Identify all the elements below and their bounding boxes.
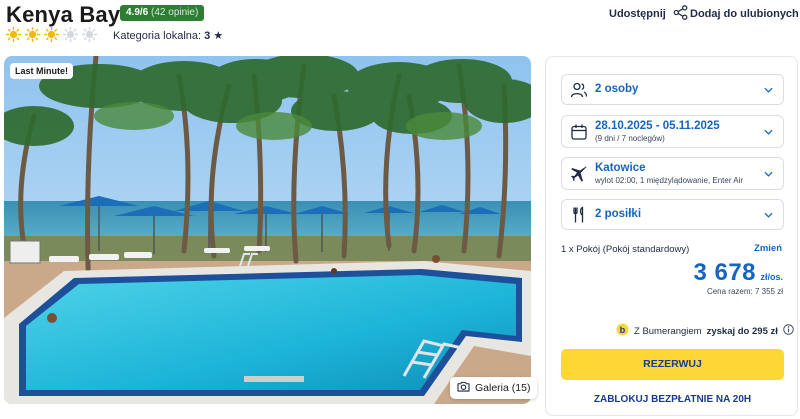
booking-panel: 2 osoby 28.10.2025 - 05.11.2025 (9 dni /… (545, 56, 798, 416)
hotel-photo[interactable] (4, 56, 531, 404)
info-icon[interactable] (783, 324, 794, 338)
category-label: Kategoria lokalna: (113, 30, 202, 42)
people-icon (570, 81, 588, 99)
gallery-label: Galeria (15) (475, 382, 531, 394)
rating-score: 4.9/6 (126, 7, 149, 18)
price-unit: zł/os. (760, 272, 783, 282)
star-icon: ★ (213, 30, 224, 42)
local-category: Kategoria lokalna: 3 ★ (113, 29, 223, 42)
add-to-favorites-button[interactable]: Dodaj do ulubionych (690, 5, 800, 23)
dates-duration: (9 dni / 7 noclegów) (595, 134, 665, 143)
rating-badge[interactable]: 4.9/6 (42 opinie) (120, 5, 205, 21)
meals-value: 2 posiłki (595, 208, 642, 220)
flight-select[interactable]: Katowice wylot 02:00, 1 międzylądowanie,… (561, 157, 784, 190)
boomerang-offer: b Z Bumerangiem zyskaj do 295 zł (616, 323, 794, 339)
flight-departure-city: Katowice (595, 162, 646, 174)
sun-star-empty-icon (62, 26, 79, 43)
flight-details: wylot 02:00, 1 międzylądowanie, Enter Ai… (595, 176, 744, 185)
sun-star-filled-icon (43, 26, 60, 43)
free-hold-button[interactable]: ZABLOKUJ BEZPŁATNIE NA 20H (561, 394, 784, 405)
camera-icon (457, 381, 470, 395)
plane-icon (570, 165, 588, 183)
chevron-down-icon (764, 87, 773, 93)
share-icon (673, 5, 688, 23)
dates-select[interactable]: 28.10.2025 - 05.11.2025 (9 dni / 7 nocle… (561, 115, 784, 148)
favorite-label: Dodaj do ulubionych (690, 8, 799, 20)
sun-star-empty-icon (81, 26, 98, 43)
share-label: Udostępnij (609, 8, 666, 20)
boomerang-logo-icon: b (616, 323, 629, 339)
dates-value: 28.10.2025 - 05.11.2025 (595, 120, 720, 132)
star-rating (5, 26, 98, 43)
calendar-icon (570, 123, 588, 141)
hotel-offer-page: Kenya Bay 4.9/6 (42 opinie) Kategoria lo… (0, 0, 800, 419)
boomerang-highlight: zyskaj do 295 zł (706, 325, 778, 337)
share-button[interactable]: Udostępnij (609, 5, 688, 23)
chevron-down-icon (764, 171, 773, 177)
last-minute-badge: Last Minute! (10, 63, 73, 79)
fork-knife-icon (570, 206, 588, 224)
price-value: 3 678 (693, 259, 757, 286)
rating-count: (42 opinie) (151, 7, 199, 18)
category-value: 3 (204, 30, 211, 42)
room-summary: 1 x Pokój (Pokój standardowy) (561, 244, 690, 255)
persons-select[interactable]: 2 osoby (561, 74, 784, 105)
price-per-person: 3 678 zł/os. (693, 259, 783, 287)
change-room-link[interactable]: Zmień (754, 243, 782, 254)
persons-value: 2 osoby (595, 83, 639, 95)
meals-select[interactable]: 2 posiłki (561, 199, 784, 230)
boomerang-prefix: Z Bumerangiem (634, 325, 702, 337)
sun-star-filled-icon (5, 26, 22, 43)
total-price: Cena razem: 7 355 zł (706, 287, 783, 296)
sun-star-filled-icon (24, 26, 41, 43)
svg-text:b: b (620, 325, 626, 335)
gallery-button[interactable]: Galeria (15) (450, 377, 538, 399)
reserve-button[interactable]: REZERWUJ (561, 349, 784, 380)
chevron-down-icon (764, 129, 773, 135)
hotel-title: Kenya Bay (6, 2, 121, 27)
chevron-down-icon (764, 212, 773, 218)
